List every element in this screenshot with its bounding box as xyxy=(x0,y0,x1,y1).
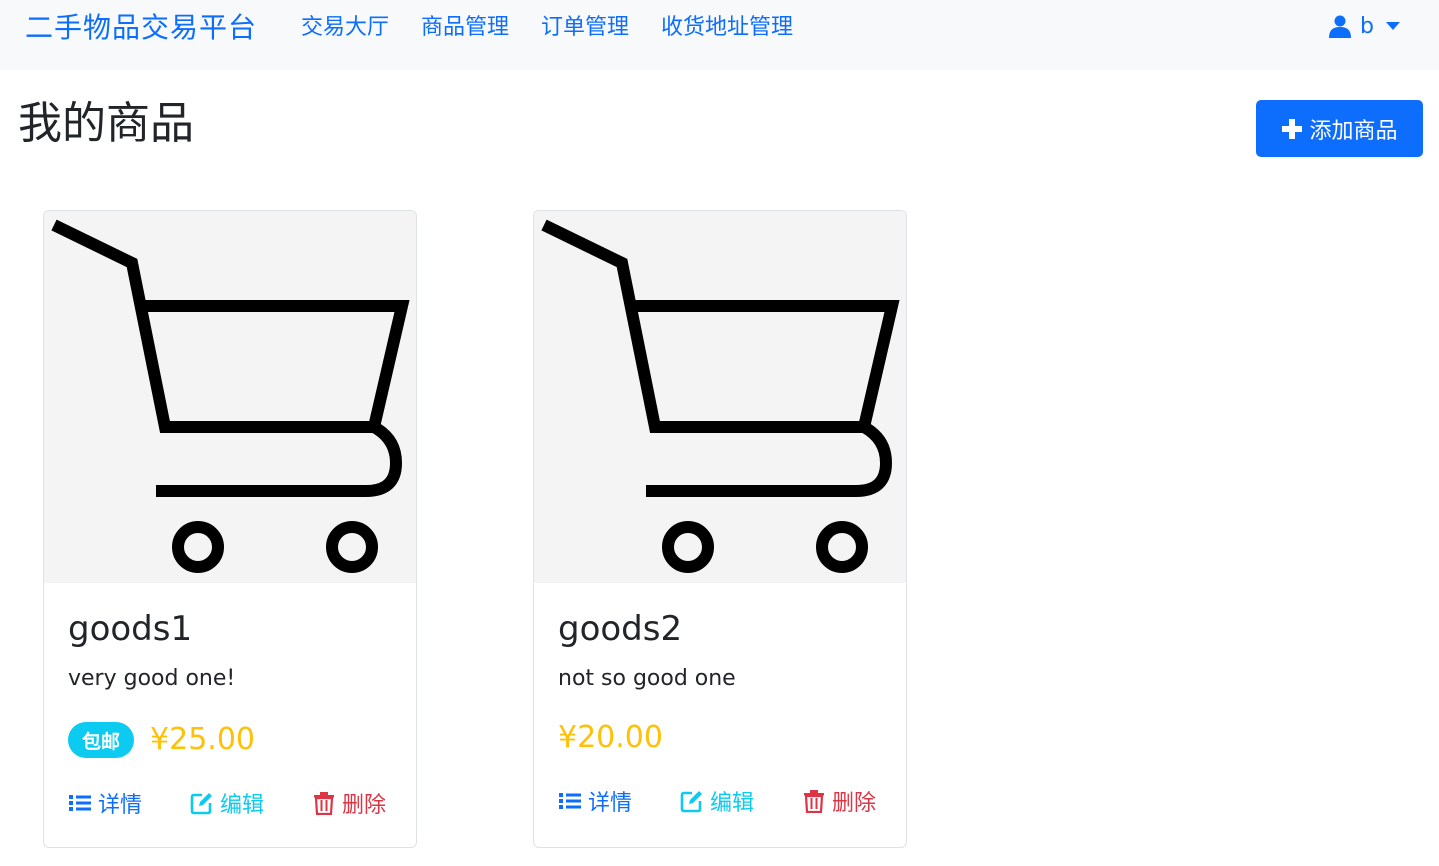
card-actions: 详情 编辑 删除 xyxy=(68,787,386,819)
username-label: b xyxy=(1360,13,1374,39)
goods-image[interactable] xyxy=(44,211,416,583)
goods-description: very good one! xyxy=(68,666,236,691)
edit-label: 编辑 xyxy=(710,791,755,816)
edit-label: 编辑 xyxy=(220,793,265,818)
goods-description: not so good one xyxy=(558,666,736,691)
goods-card: goods1 very good one! 包邮 ¥25.00 详情 编辑 删除 xyxy=(43,210,417,848)
price-row: ¥20.00 xyxy=(558,719,663,757)
goods-name: goods2 xyxy=(558,609,683,649)
edit-icon xyxy=(680,791,702,813)
card-actions: 详情 编辑 删除 xyxy=(558,785,876,817)
edit-link[interactable]: 编辑 xyxy=(680,785,802,817)
shopping-cart-icon xyxy=(541,219,900,573)
add-goods-button[interactable]: 添加商品 xyxy=(1256,100,1423,157)
free-shipping-badge: 包邮 xyxy=(68,722,135,758)
add-goods-label: 添加商品 xyxy=(1309,118,1398,144)
plus-icon xyxy=(1282,118,1303,139)
delete-label: 删除 xyxy=(342,793,387,818)
price-row: 包邮 ¥25.00 xyxy=(68,721,255,759)
goods-price: ¥25.00 xyxy=(150,722,255,757)
nav-link-goods-management[interactable]: 商品管理 xyxy=(421,14,509,42)
caret-down-icon xyxy=(1385,22,1400,30)
nav-link-address-management[interactable]: 收货地址管理 xyxy=(661,14,793,42)
detail-link[interactable]: 详情 xyxy=(68,787,190,819)
user-dropdown[interactable]: b xyxy=(1328,12,1400,40)
delete-label: 删除 xyxy=(832,791,877,816)
nav-link-trading-hall[interactable]: 交易大厅 xyxy=(301,14,389,42)
goods-name: goods1 xyxy=(68,609,193,649)
page-title: 我的商品 xyxy=(18,98,194,149)
goods-price: ¥20.00 xyxy=(558,720,663,755)
goods-card: goods2 not so good one ¥20.00 详情 编辑 删除 xyxy=(533,210,907,848)
goods-image[interactable] xyxy=(534,211,906,583)
trash-icon xyxy=(314,792,334,815)
shopping-cart-icon xyxy=(51,219,410,573)
trash-icon xyxy=(804,790,824,813)
edit-link[interactable]: 编辑 xyxy=(190,787,312,819)
delete-link[interactable]: 删除 xyxy=(802,785,876,817)
detail-label: 详情 xyxy=(98,793,143,818)
top-navbar: 二手物品交易平台 交易大厅 商品管理 订单管理 收货地址管理 b xyxy=(0,0,1439,70)
detail-label: 详情 xyxy=(588,791,633,816)
delete-link[interactable]: 删除 xyxy=(312,787,386,819)
list-icon xyxy=(69,795,91,811)
list-icon xyxy=(559,793,581,809)
detail-link[interactable]: 详情 xyxy=(558,785,680,817)
nav-link-order-management[interactable]: 订单管理 xyxy=(541,14,629,42)
user-icon xyxy=(1329,15,1351,38)
brand-link[interactable]: 二手物品交易平台 xyxy=(25,10,257,46)
edit-icon xyxy=(190,793,212,815)
